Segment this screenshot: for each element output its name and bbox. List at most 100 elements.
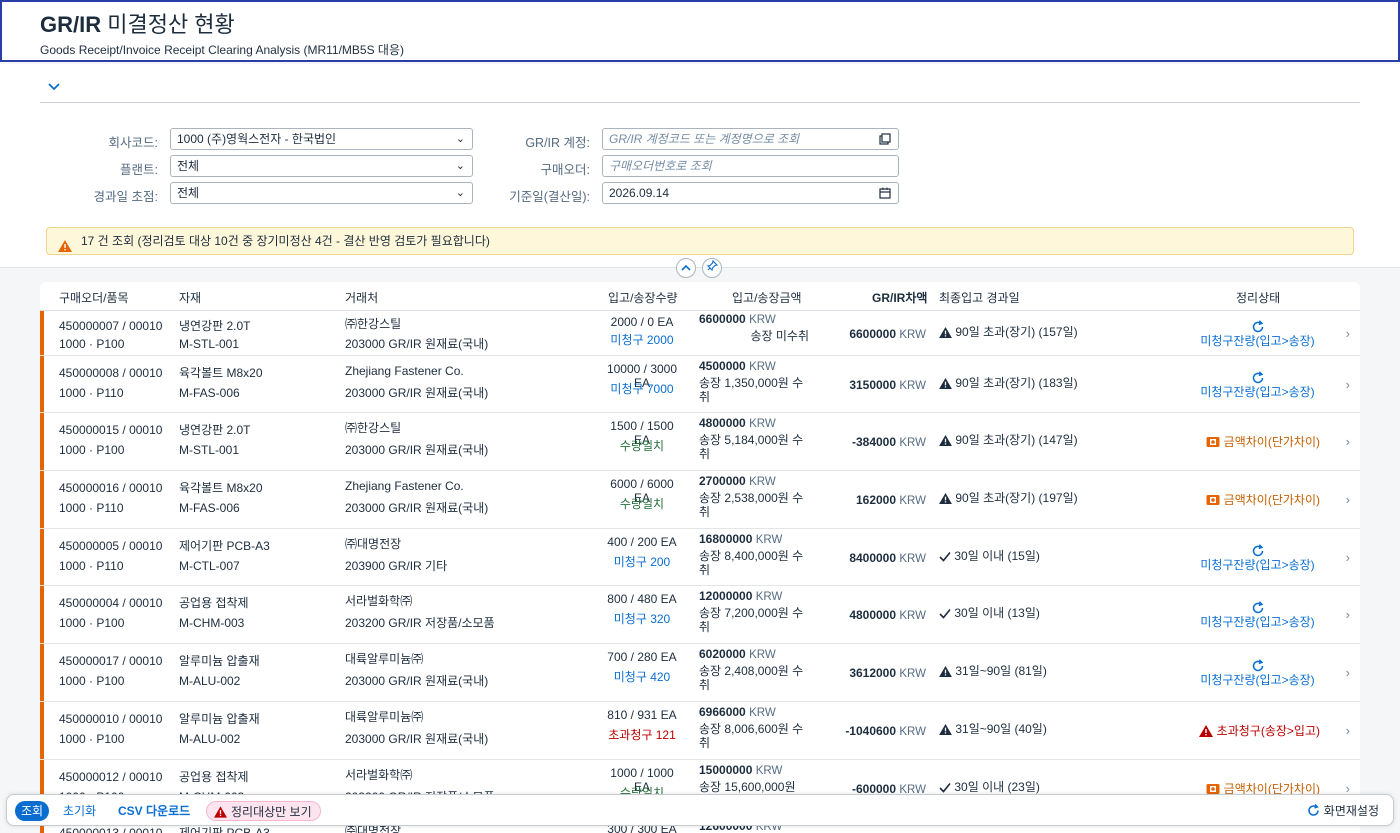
grir-account: 203200 GR/IR 저장품/소모품 [345,616,495,630]
warning-message-strip: 17 건 조회 (정리검토 대상 10건 중 장기미정산 4건 - 결산 반영 … [46,227,1354,255]
col-status[interactable]: 정리상태 [1236,289,1280,306]
refresh-icon [1308,804,1320,816]
chevron-down-icon[interactable] [48,80,60,94]
grir-account: 203000 GR/IR 원재료(국내) [345,674,489,688]
material-number: M-FAS-006 [179,501,240,515]
table-row[interactable]: 450000007 / 00010 1000 · P100 냉연강판 2.0T M-S… [40,311,1360,356]
po-number: 450000007 / 00010 [59,319,163,333]
table-row[interactable]: 450000010 / 00010 1000 · P100 알루미늄 압출재 M-AL… [40,702,1360,760]
material-number: M-CHM-003 [179,616,245,630]
row-highlight [40,311,44,355]
vendor-name: ㈜한강스틸 [345,421,402,435]
reset-button[interactable]: 초기화 [57,801,102,821]
qty-value: 400 / 200 EA [607,535,677,549]
qty-status: 수량일치 [619,497,665,511]
material-number: M-ALU-002 [179,732,241,746]
table-header: 구매오더/품목 자재 거래처 입고/송장수량 입고/송장금액 GR/IR차액 최… [40,282,1360,311]
header-divider [40,102,1360,103]
plant-code: 1000 · P100 [59,616,125,630]
status-cell[interactable]: 미청구잔량(입고>송장) [1195,543,1320,572]
col-aging[interactable]: 최종입고 경과일 [939,289,1020,306]
table-body: 450000007 / 00010 1000 · P100 냉연강판 2.0T M-S… [40,311,1360,833]
row-highlight [40,471,44,528]
chevron-right-icon[interactable]: › [1346,607,1350,622]
table-row[interactable]: 450000015 / 00010 1000 · P100 냉연강판 2.0T M-S… [40,413,1360,471]
pin-header-button[interactable] [702,258,722,278]
check-icon [939,549,951,563]
vendor-name: 대륙알루미늄㈜ [345,710,424,724]
account-label: GR/IR 계정: [525,136,590,150]
grir-account: 203000 GR/IR 원재료(국내) [345,501,489,515]
search-button[interactable]: 조회 [15,801,50,821]
col-diff[interactable]: GR/IR차액 [872,289,927,306]
status-cell[interactable]: 미청구잔량(입고>송장) [1195,319,1320,348]
po-input[interactable]: 구매오더번호로 조회 [602,155,899,177]
value-help-icon[interactable] [879,132,891,152]
chevron-right-icon[interactable]: › [1346,550,1350,565]
reset-view-button[interactable]: 화면재설정 [1301,801,1385,821]
po-number: 450000013 / 00010 [59,826,163,833]
table-row[interactable]: 450000008 / 00010 1000 · P110 육각볼트 M8x20 M-… [40,356,1360,413]
chevron-right-icon[interactable]: › [1346,434,1350,449]
chevron-right-icon[interactable]: › [1346,665,1350,680]
col-qty[interactable]: 입고/송장수량 [608,289,678,306]
account-input[interactable]: GR/IR 계정코드 또는 계정명으로 조회 [602,128,899,150]
chevron-right-icon[interactable]: › [1346,377,1350,392]
grir-table: 구매오더/품목 자재 거래처 입고/송장수량 입고/송장금액 GR/IR차액 최… [40,282,1360,833]
col-vendor[interactable]: 거래처 [345,289,378,306]
table-row[interactable]: 450000017 / 00010 1000 · P100 알루미늄 압출재 M-AL… [40,644,1360,702]
check-icon [939,780,951,794]
row-highlight [40,586,44,643]
aging-cell: 30일 이내 (13일) [939,606,1040,620]
po-number: 450000005 / 00010 [59,539,163,553]
date-picker[interactable]: 2026.09.14 [602,182,899,204]
vendor-name: ㈜한강스틸 [345,317,402,331]
page-subtitle: Goods Receipt/Invoice Receipt Clearing A… [40,43,405,57]
aging-cell: 30일 이내 (23일) [939,780,1040,794]
po-number: 450000004 / 00010 [59,596,163,610]
row-highlight [40,413,44,470]
warning-icon [58,235,72,252]
plant-code: 1000 · P100 [59,337,125,351]
company-label: 회사코드: [108,136,158,150]
chevron-down-icon: ⌄ [455,160,465,172]
status-cell[interactable]: 초과청구(송장>입고) [1199,724,1320,738]
aging-select[interactable]: 전체 ⌄ [170,182,473,204]
po-number: 450000015 / 00010 [59,423,163,437]
grir-difference: -1040600 KRW [845,724,926,738]
chevron-right-icon[interactable]: › [1346,492,1350,507]
material-name: 냉연강판 2.0T [179,423,251,437]
amount-value: 4500000 KRW [699,359,776,373]
grir-difference: 8400000 KRW [849,550,926,565]
refresh-icon [1195,319,1320,334]
calendar-icon[interactable] [879,186,891,206]
plant-select[interactable]: 전체 ⌄ [170,155,473,177]
company-select[interactable]: 1000 (주)영웍스전자 - 한국법인 ⌄ [170,128,473,150]
refresh-icon [1195,659,1320,673]
status-cell[interactable]: 금액차이(단가차이) [1206,493,1320,507]
material-name: 알루미늄 압출재 [179,654,260,668]
money-icon [1206,435,1220,449]
refresh-icon [1195,601,1320,615]
filter-only-button[interactable]: 정리대상만 보기 [206,801,321,821]
warning-icon [939,376,952,390]
amount-value: 12000000 KRW [699,589,783,603]
csv-download-button[interactable]: CSV 다운로드 [112,801,196,821]
col-amount[interactable]: 입고/송장금액 [732,289,802,306]
qty-value: 2000 / 0 EA [610,315,674,329]
page-header: GR/IR 미결정산 현황 Goods Receipt/Invoice Rece… [0,0,1400,62]
col-po[interactable]: 구매오더/품목 [59,289,129,306]
table-row[interactable]: 450000005 / 00010 1000 · P110 제어기판 PCB-A3 M… [40,529,1360,586]
collapse-header-button[interactable] [676,258,696,278]
warning-icon [939,433,952,447]
status-cell[interactable]: 미청구잔량(입고>송장) [1195,370,1320,399]
status-cell[interactable]: 미청구잔량(입고>송장) [1195,601,1320,629]
table-row[interactable]: 450000004 / 00010 1000 · P100 공업용 접착제 M-CHM… [40,586,1360,644]
chevron-right-icon[interactable]: › [1346,723,1350,738]
chevron-right-icon[interactable]: › [1346,326,1350,341]
status-cell[interactable]: 금액차이(단가차이) [1206,435,1320,449]
material-name: 육각볼트 M8x20 [179,481,263,495]
col-material[interactable]: 자재 [179,289,201,306]
status-cell[interactable]: 미청구잔량(입고>송장) [1195,659,1320,687]
table-row[interactable]: 450000016 / 00010 1000 · P110 육각볼트 M8x20 M-… [40,471,1360,529]
